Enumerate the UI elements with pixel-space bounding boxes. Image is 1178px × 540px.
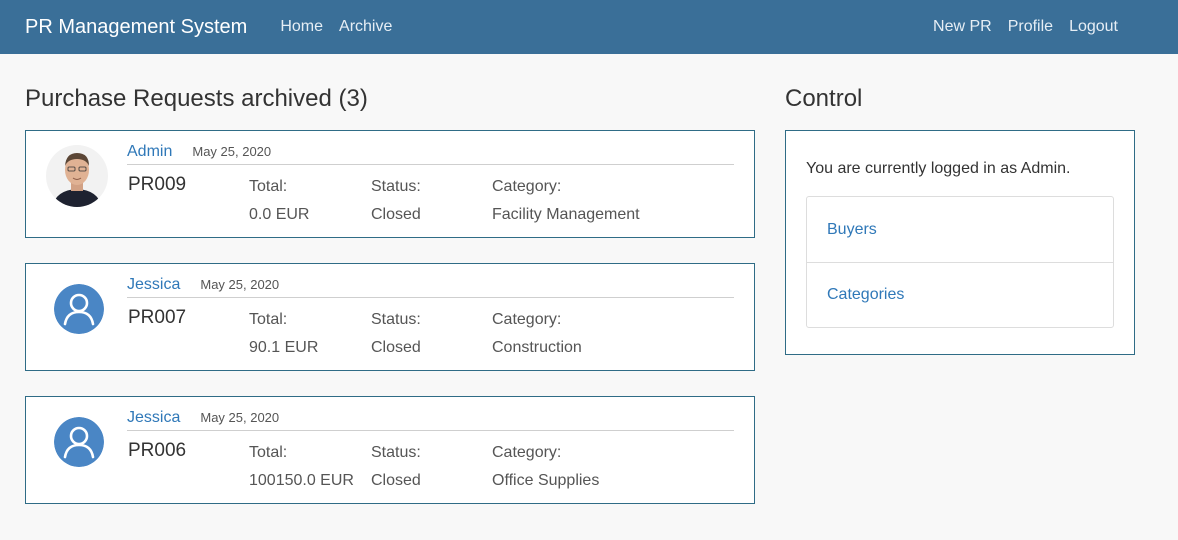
category-value: Office Supplies	[492, 472, 600, 489]
request-date: May 25, 2020	[192, 144, 272, 159]
control-links: Buyers Categories	[806, 196, 1114, 328]
category-column: Category: Facility Management	[492, 173, 712, 229]
category-column: Category: Construction	[492, 306, 712, 362]
brand-link[interactable]: PR Management System	[25, 16, 247, 39]
pr-card-header: Jessica May 25, 2020	[127, 409, 734, 431]
requester-link[interactable]: Admin	[127, 143, 172, 161]
category-label: Category:	[492, 311, 562, 328]
categories-link[interactable]: Categories	[807, 262, 1113, 327]
category-value: Construction	[492, 339, 582, 356]
requester-link[interactable]: Jessica	[127, 409, 180, 427]
total-label: Total:	[249, 444, 288, 461]
total-label: Total:	[249, 311, 288, 328]
status-label: Status:	[371, 311, 421, 328]
total-value: 0.0 EUR	[249, 206, 310, 223]
total-column: Total: 0.0 EUR	[249, 173, 371, 229]
control-panel: You are currently logged in as Admin. Bu…	[785, 130, 1135, 355]
category-label: Category:	[492, 178, 562, 195]
request-date: May 25, 2020	[200, 410, 280, 425]
total-label: Total:	[249, 178, 288, 195]
archive-heading: Purchase Requests archived (3)	[25, 85, 368, 112]
nav-new-pr-link[interactable]: New PR	[933, 18, 992, 36]
pr-card-body: Jessica May 25, 2020 PR007 Total: 90.1 E…	[127, 276, 734, 362]
status-value: Closed	[371, 339, 421, 356]
nav-archive-link[interactable]: Archive	[339, 18, 392, 36]
total-column: Total: 90.1 EUR	[249, 306, 371, 362]
request-date: May 25, 2020	[200, 277, 280, 292]
pr-card-body: Jessica May 25, 2020 PR006 Total: 100150…	[127, 409, 734, 495]
nav-right-group: New PR Profile Logout	[917, 18, 1153, 36]
pr-id: PR006	[128, 440, 187, 461]
status-value: Closed	[371, 472, 421, 489]
nav-logout-link[interactable]: Logout	[1069, 18, 1118, 36]
buyers-link[interactable]: Buyers	[807, 197, 1113, 262]
pr-card-details: PR006 Total: 100150.0 EUR Status: Closed…	[127, 440, 734, 495]
status-label: Status:	[371, 444, 421, 461]
control-heading: Control	[785, 85, 863, 112]
status-column: Status: Closed	[371, 173, 492, 229]
status-label: Status:	[371, 178, 421, 195]
pr-card: Jessica May 25, 2020 PR007 Total: 90.1 E…	[25, 263, 755, 371]
requester-link[interactable]: Jessica	[127, 276, 180, 294]
status-column: Status: Closed	[371, 439, 492, 495]
pr-id: PR009	[128, 174, 187, 195]
archive-section: Purchase Requests archived (3) Admin May…	[25, 54, 755, 529]
category-value: Facility Management	[492, 206, 640, 223]
pr-card-header: Jessica May 25, 2020	[127, 276, 734, 298]
status-column: Status: Closed	[371, 306, 492, 362]
pr-card-details: PR009 Total: 0.0 EUR Status: Closed Cate…	[127, 174, 734, 229]
total-column: Total: 100150.0 EUR	[249, 439, 371, 495]
category-label: Category:	[492, 444, 562, 461]
category-column: Category: Office Supplies	[492, 439, 712, 495]
nav-profile-link[interactable]: Profile	[1008, 18, 1053, 36]
admin-avatar	[46, 145, 108, 207]
top-navbar: PR Management System Home Archive New PR…	[0, 0, 1178, 54]
pr-id: PR007	[128, 307, 187, 328]
pr-card-details: PR007 Total: 90.1 EUR Status: Closed Cat…	[127, 307, 734, 362]
main-content: Purchase Requests archived (3) Admin May…	[0, 54, 1178, 529]
login-status-text: You are currently logged in as Admin.	[806, 160, 1071, 177]
total-value: 100150.0 EUR	[249, 472, 354, 489]
control-section: Control You are currently logged in as A…	[785, 54, 1135, 529]
pr-card: Admin May 25, 2020 PR009 Total: 0.0 EUR …	[25, 130, 755, 238]
nav-home-link[interactable]: Home	[280, 18, 323, 36]
total-value: 90.1 EUR	[249, 339, 319, 356]
status-value: Closed	[371, 206, 421, 223]
user-icon	[54, 417, 104, 467]
pr-card: Jessica May 25, 2020 PR006 Total: 100150…	[25, 396, 755, 504]
pr-card-body: Admin May 25, 2020 PR009 Total: 0.0 EUR …	[127, 143, 734, 229]
user-icon	[54, 284, 104, 334]
pr-card-header: Admin May 25, 2020	[127, 143, 734, 165]
